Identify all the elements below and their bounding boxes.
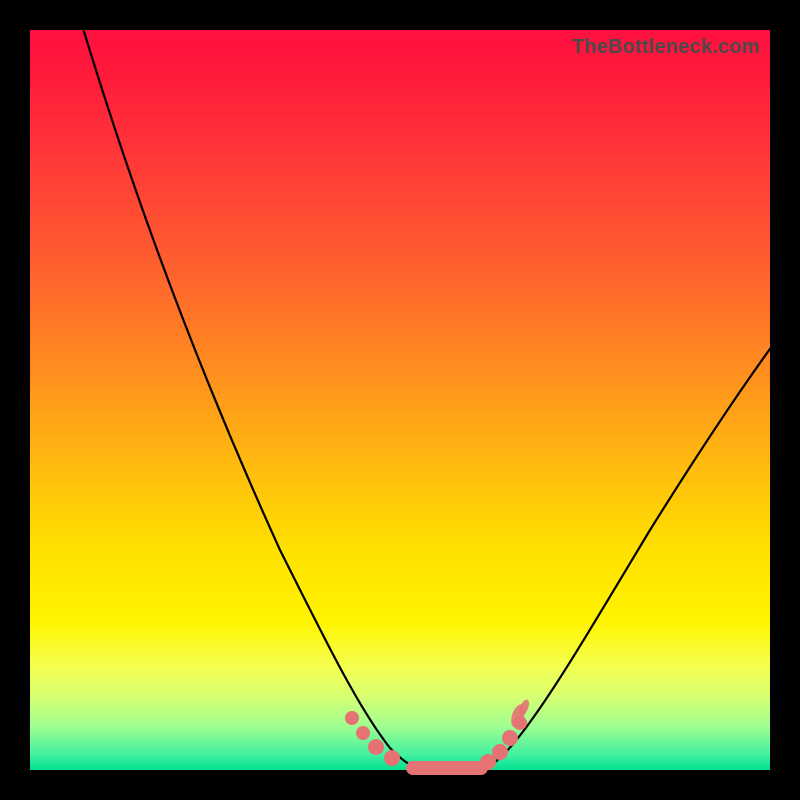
marker-dot <box>384 750 400 766</box>
marker-dot <box>502 730 518 746</box>
curve-left-arm <box>82 25 418 768</box>
marker-dot <box>345 711 359 725</box>
plot-area: TheBottleneck.com <box>30 30 770 770</box>
marker-dot <box>356 726 370 740</box>
chart-frame: TheBottleneck.com <box>0 0 800 800</box>
marker-floor-blob <box>406 761 488 775</box>
marker-dot <box>368 739 384 755</box>
marker-dot <box>492 744 508 760</box>
curve-overlay <box>30 30 770 770</box>
